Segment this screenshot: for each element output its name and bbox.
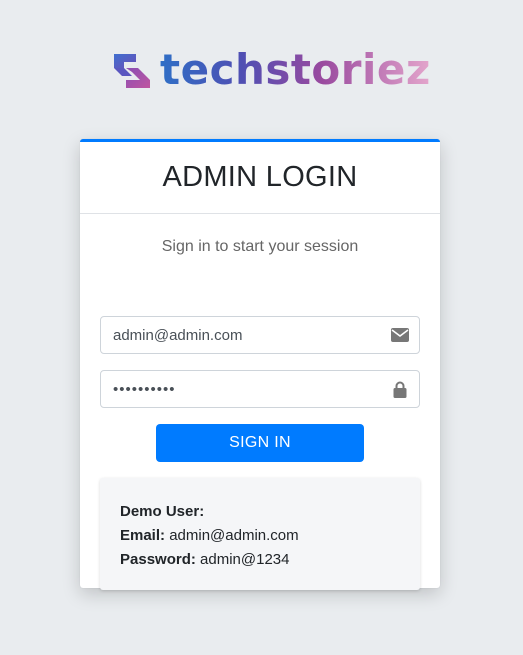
page-title: ADMIN LOGIN xyxy=(162,161,358,193)
demo-heading-row: Demo User: xyxy=(120,500,400,524)
demo-email-label: Email: xyxy=(120,527,166,544)
demo-password-row: Password: admin@1234 xyxy=(120,548,400,572)
brand-logo: techstoriez xyxy=(112,44,431,96)
demo-password-value: admin@1234 xyxy=(200,551,290,568)
password-input-group xyxy=(100,370,420,408)
card-body: Sign in to start your session SIGN IN xyxy=(80,236,440,590)
brand-name: techstoriez xyxy=(160,45,431,94)
demo-password-label: Password: xyxy=(120,551,196,568)
envelope-icon xyxy=(381,317,419,353)
sign-in-button[interactable]: SIGN IN xyxy=(156,424,364,462)
login-subtitle: Sign in to start your session xyxy=(161,238,359,255)
email-input-group xyxy=(100,316,420,354)
demo-email-value: admin@admin.com xyxy=(169,527,299,544)
lock-icon xyxy=(381,371,419,407)
demo-heading: Demo User: xyxy=(120,503,205,520)
login-card: ADMIN LOGIN Sign in to start your sessio… xyxy=(80,139,440,590)
demo-credentials-box: Demo User: Email: admin@admin.com Passwo… xyxy=(100,478,420,590)
email-field[interactable] xyxy=(101,317,381,353)
password-field[interactable] xyxy=(101,371,381,407)
techstoriez-logo-mark-icon xyxy=(114,54,150,88)
demo-email-row: Email: admin@admin.com xyxy=(120,524,400,548)
card-header: ADMIN LOGIN xyxy=(80,142,440,214)
